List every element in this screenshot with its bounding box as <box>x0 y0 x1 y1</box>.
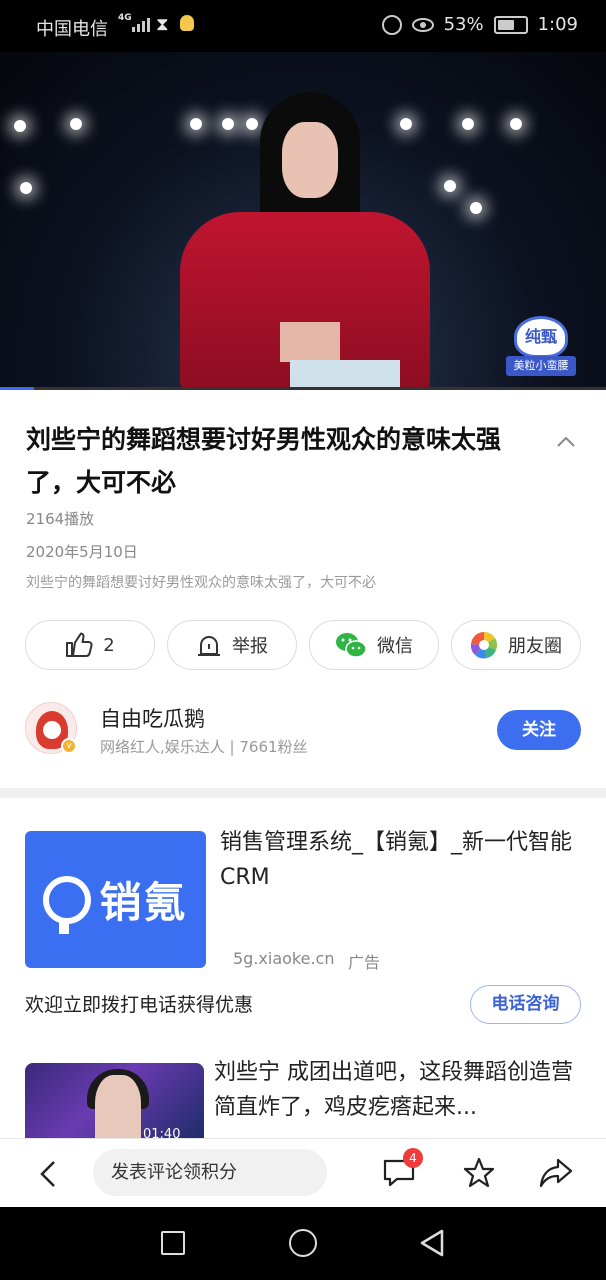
network-type: 4G <box>118 13 132 23</box>
ad-title[interactable]: 销售管理系统_【销氪】_新一代智能CRM <box>220 825 580 895</box>
chevron-up-icon[interactable] <box>556 432 576 452</box>
action-row: 2 举报 微信 朋友圈 <box>25 620 581 670</box>
comment-input[interactable]: 发表评论领积分 <box>93 1149 327 1196</box>
wechat-icon <box>336 633 367 658</box>
status-right: 53% 1:09 <box>381 14 578 35</box>
stage-light <box>70 118 82 130</box>
battery-icon <box>493 15 528 34</box>
stage-light <box>20 182 32 194</box>
sponsor-watermark: 纯甄 美粒小蛮腰 <box>506 314 576 376</box>
play-count: 2164播放 <box>26 510 95 528</box>
stage-light <box>462 118 474 130</box>
hourglass-icon: ⧗ <box>156 14 169 35</box>
section-divider <box>0 788 606 798</box>
dancer-figure <box>170 92 440 390</box>
clock: 1:09 <box>537 14 578 35</box>
like-button[interactable]: 2 <box>25 620 155 670</box>
stage-light <box>14 120 26 132</box>
nav-back-icon[interactable] <box>418 1228 446 1258</box>
video-title: 刘些宁的舞蹈想要讨好男性观众的意味太强了，大可不必 <box>26 425 502 497</box>
publish-date: 2020年5月10日 <box>26 543 138 561</box>
bulb-icon <box>180 15 194 31</box>
ad-label: 广告 <box>348 953 381 972</box>
home-icon[interactable] <box>289 1229 317 1257</box>
ad-domain: 5g.xiaoke.cn <box>233 949 335 968</box>
wechat-label: 微信 <box>377 636 413 657</box>
watermark-brand: 纯甄 <box>514 316 568 358</box>
verified-badge-icon: v <box>61 738 77 754</box>
ad-cta-text: 欢迎立即拨打电话获得优惠 <box>25 994 254 1016</box>
related-video-title[interactable]: 刘些宁 成团出道吧，这段舞蹈创造营简直炸了，鸡皮疙瘩起来... <box>214 1055 584 1125</box>
related-video-duration: 01:40 <box>143 1127 181 1138</box>
battery-percent: 53% <box>443 14 484 35</box>
share-icon[interactable] <box>538 1156 574 1190</box>
back-arrow-icon[interactable] <box>36 1159 60 1189</box>
recents-icon[interactable] <box>161 1231 185 1255</box>
bottom-bar: 发表评论领积分 4 <box>0 1138 606 1207</box>
carrier-label: 中国电信 <box>36 19 108 40</box>
follow-button[interactable]: 关注 <box>497 710 581 750</box>
report-button[interactable]: 举报 <box>167 620 297 670</box>
alarm-icon <box>198 636 220 656</box>
stage-light <box>510 118 522 130</box>
ad-brand-icon <box>43 875 92 934</box>
video-description: 刘些宁的舞蹈想要讨好男性观众的意味太强了，大可不必 <box>26 575 376 591</box>
eye-icon <box>411 17 434 32</box>
phone-consult-button[interactable]: 电话咨询 <box>470 985 581 1024</box>
thumbs-up-icon <box>66 632 93 657</box>
video-progress-bar[interactable] <box>0 387 606 390</box>
ad-logo[interactable]: 销氪 <box>25 831 206 968</box>
star-icon[interactable] <box>462 1156 496 1190</box>
wechat-share-button[interactable]: 微信 <box>309 620 439 670</box>
nfc-icon <box>381 14 402 35</box>
author-name[interactable]: 自由吃瓜鹅 <box>100 703 205 733</box>
report-label: 举报 <box>232 636 268 657</box>
moments-share-button[interactable]: 朋友圈 <box>451 620 581 670</box>
watermark-sub: 美粒小蛮腰 <box>506 356 576 376</box>
author-meta: 网络红人,娱乐达人 | 7661粉丝 <box>100 738 308 756</box>
comment-count-badge: 4 <box>403 1148 423 1168</box>
stage-light <box>470 202 482 214</box>
signal-icon <box>132 16 150 32</box>
status-bar: 中国电信 4G ⧗ 53% 1:09 <box>0 0 606 52</box>
moments-icon <box>470 631 498 659</box>
ad-logo-text: 销氪 <box>99 878 188 927</box>
system-nav-bar <box>0 1207 606 1280</box>
related-video-thumbnail[interactable]: 01:40 <box>25 1063 204 1138</box>
stage-light <box>444 180 456 192</box>
video-player[interactable]: 纯甄 美粒小蛮腰 <box>0 52 606 390</box>
moments-label: 朋友圈 <box>508 636 562 657</box>
like-count: 2 <box>103 634 115 656</box>
video-progress-fill <box>0 387 34 390</box>
